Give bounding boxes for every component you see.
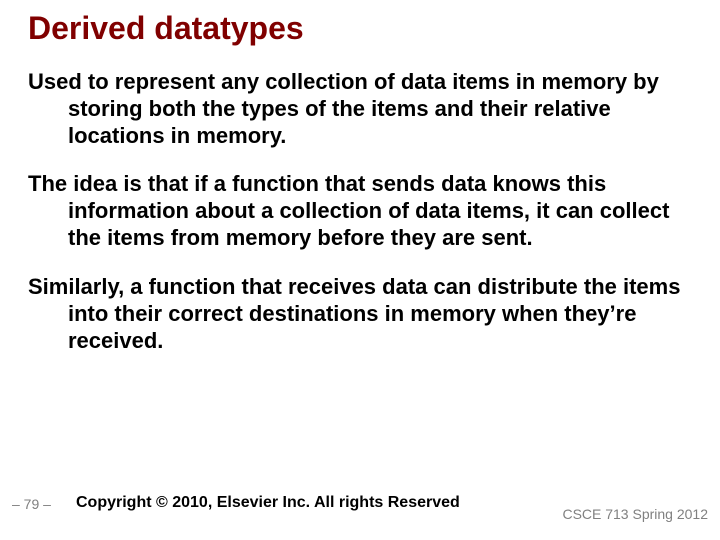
body-paragraph: Similarly, a function that receives data… <box>28 274 700 354</box>
copyright-text: Copyright © 2010, Elsevier Inc. All righ… <box>76 494 460 512</box>
footer: – 79 – Copyright © 2010, Elsevier Inc. A… <box>0 482 720 522</box>
body-paragraph: Used to represent any collection of data… <box>28 69 700 149</box>
course-label: CSCE 713 Spring 2012 <box>562 506 708 522</box>
page-title: Derived datatypes <box>28 10 700 47</box>
page-number: – 79 – <box>12 496 51 512</box>
slide: Derived datatypes Used to represent any … <box>0 0 720 540</box>
body-paragraph: The idea is that if a function that send… <box>28 171 700 251</box>
